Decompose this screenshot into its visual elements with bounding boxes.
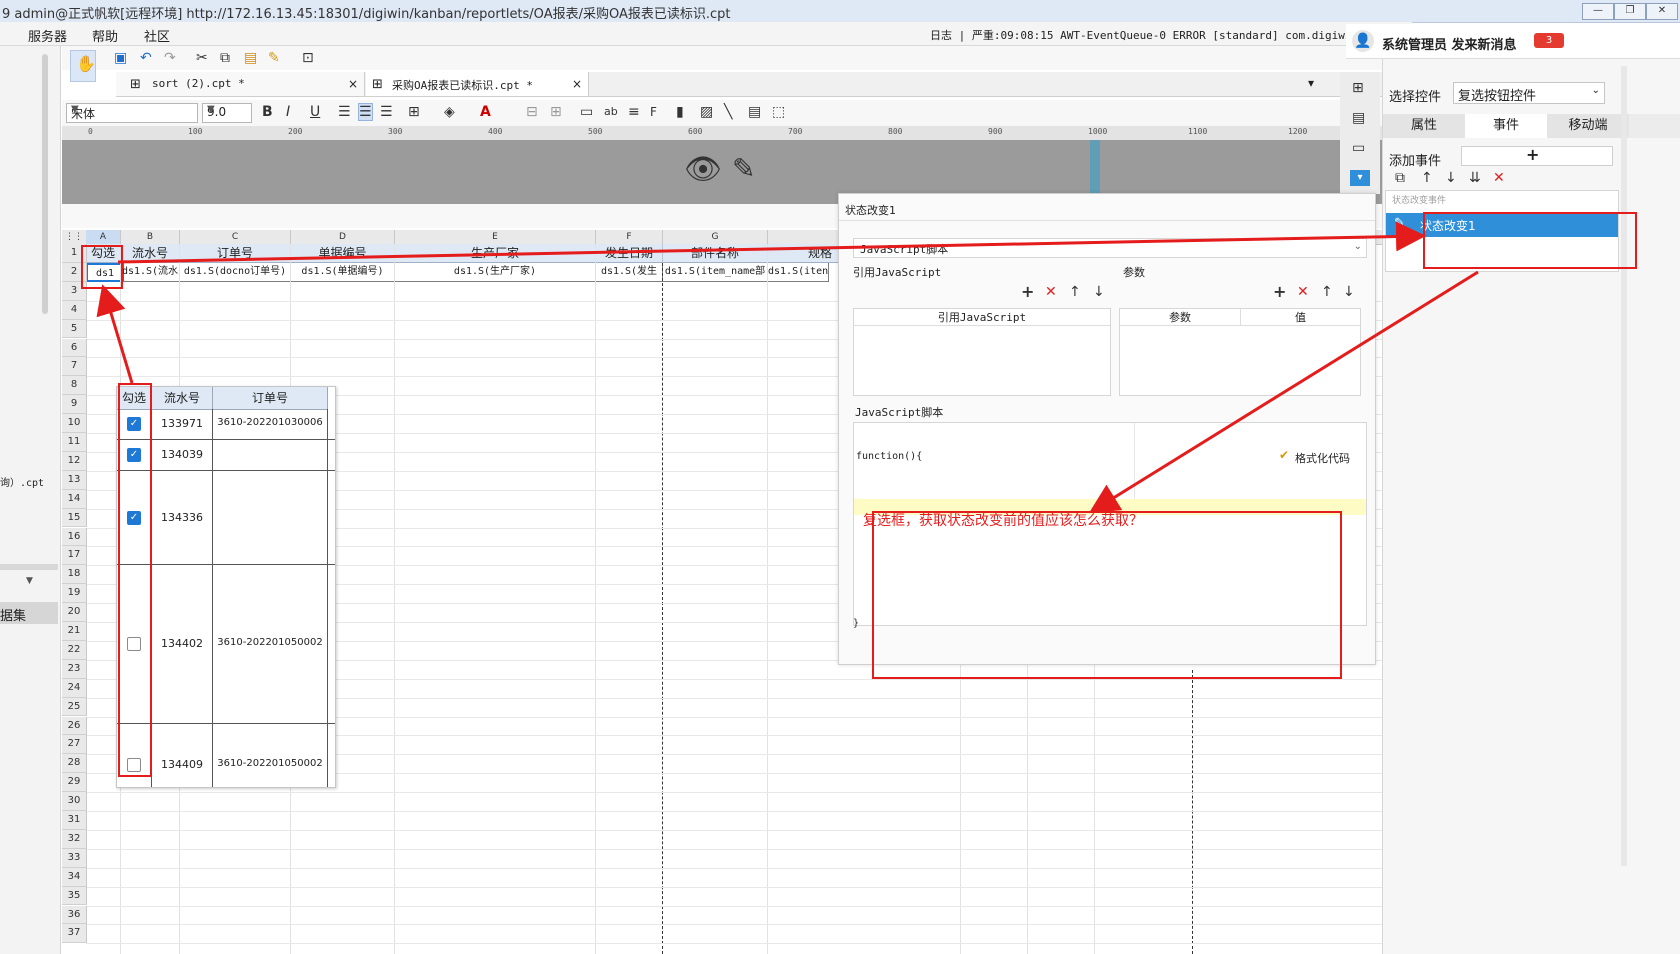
arrow-cell-to-event [117,221,1426,264]
arrow-column-to-cell [96,284,134,384]
arrow-event-to-code [1088,270,1479,514]
annotation-arrows [96,221,1479,514]
